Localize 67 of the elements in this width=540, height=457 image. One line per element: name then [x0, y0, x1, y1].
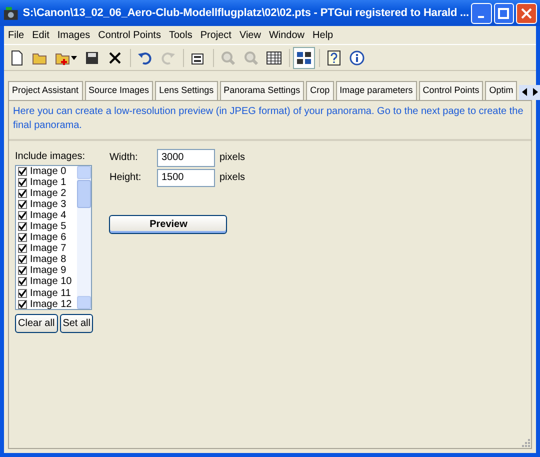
- image-label: Image 2: [30, 188, 66, 199]
- menu-item[interactable]: Window: [264, 28, 309, 42]
- tab[interactable]: Image parameters: [336, 81, 417, 100]
- image-list[interactable]: Image 0 Image 1 Image 2 Image 3 Image 4 Image 5 Image 6 Image 7 Image 8 Image 9 Image 10 Image 11 Image 12: [15, 164, 92, 310]
- close-button[interactable]: [516, 2, 537, 24]
- menu-item[interactable]: Images: [53, 28, 94, 42]
- tab[interactable]: Source Images: [84, 81, 154, 100]
- app-icon: [3, 5, 19, 21]
- checkbox[interactable]: [18, 288, 27, 298]
- checkbox[interactable]: [18, 166, 27, 176]
- minimize-icon: [478, 16, 484, 18]
- image-label: Image 10: [30, 276, 72, 288]
- clear-all-button[interactable]: Clear all: [15, 314, 58, 332]
- window-title: S:\Canon\13_02_06_Aero-Club-Modellflugplatz\02\02.pts - PTGui registered to Harald ...: [22, 6, 469, 21]
- image-label: Image 9: [30, 265, 66, 276]
- menu-item[interactable]: Control Points: [94, 28, 165, 42]
- tab[interactable]: Optim: [485, 81, 518, 100]
- checkbox[interactable]: [18, 222, 27, 232]
- checkbox[interactable]: [18, 300, 27, 309]
- input-field[interactable]: 3000: [157, 148, 216, 166]
- image-label: Image 7: [30, 243, 66, 254]
- tab[interactable]: Project Assistant: [8, 81, 83, 100]
- tab[interactable]: Crop: [306, 81, 334, 100]
- minimize-button[interactable]: [470, 2, 492, 24]
- menu-item[interactable]: View: [235, 28, 265, 42]
- checkbox[interactable]: [18, 255, 27, 264]
- panorama-editor-icon[interactable]: [293, 46, 315, 68]
- image-label: Image 5: [30, 221, 66, 232]
- checkbox[interactable]: [18, 178, 27, 187]
- tab-scroll-arrows[interactable]: [519, 84, 540, 100]
- menu-item[interactable]: Tools: [164, 28, 196, 42]
- include-images-label: Include images:: [15, 150, 86, 164]
- maximize-button[interactable]: [494, 2, 514, 24]
- preview-button[interactable]: Preview: [109, 214, 228, 234]
- image-label: Image 6: [30, 232, 66, 244]
- tab[interactable]: Panorama Settings: [220, 81, 304, 100]
- unit-label: pixels: [219, 151, 246, 165]
- image-label: Image 3: [30, 198, 66, 210]
- menu-item[interactable]: Help: [308, 28, 338, 42]
- unit-label: pixels: [219, 171, 246, 185]
- field-label: Width:: [109, 151, 139, 165]
- image-label: Image 11: [30, 288, 71, 299]
- close-icon: [521, 8, 532, 18]
- checkbox[interactable]: [18, 266, 27, 276]
- image-label: Image 12: [30, 298, 72, 310]
- image-label: Image 8: [30, 254, 66, 266]
- checkbox[interactable]: [18, 200, 27, 209]
- scrollbar[interactable]: [77, 166, 91, 308]
- resize-grip-icon: [521, 438, 531, 448]
- maximize-icon: [498, 8, 510, 18]
- set-all-button[interactable]: Set all: [60, 314, 94, 332]
- menu-item[interactable]: File: [4, 28, 28, 42]
- image-label: Image 4: [30, 210, 66, 221]
- image-label: Image 0: [30, 166, 66, 177]
- checkbox[interactable]: [18, 277, 27, 286]
- tab[interactable]: Control Points: [418, 81, 484, 100]
- checkbox[interactable]: [18, 188, 27, 198]
- image-label: Image 1: [30, 176, 66, 188]
- checkbox[interactable]: [18, 244, 27, 254]
- checkbox[interactable]: [18, 210, 27, 220]
- input-field[interactable]: 1500: [157, 168, 216, 186]
- menu-item[interactable]: Edit: [28, 28, 54, 42]
- field-label: Height:: [109, 171, 142, 185]
- checkbox[interactable]: [18, 233, 27, 242]
- info-text: Here you can create a low-resolution preview (in JPEG format) of your panorama. Go to the next page to create the final panorama.: [9, 100, 531, 140]
- menu-item[interactable]: Project: [196, 28, 236, 42]
- tab[interactable]: Lens Settings: [155, 81, 218, 100]
